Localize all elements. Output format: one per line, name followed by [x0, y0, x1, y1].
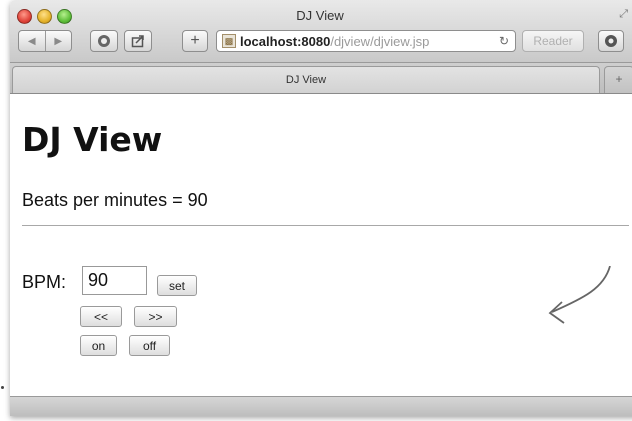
address-host: localhost:8080: [240, 33, 331, 49]
forward-arrow-icon[interactable]: ▶: [46, 31, 72, 51]
add-bookmark-button[interactable]: +: [182, 30, 208, 52]
tab-bar: DJ View +: [10, 63, 632, 94]
reader-button[interactable]: Reader: [522, 30, 584, 52]
set-button[interactable]: set: [157, 275, 197, 296]
reload-icon[interactable]: ↻: [499, 34, 509, 48]
new-tab-button[interactable]: +: [604, 66, 632, 93]
share-button[interactable]: [124, 30, 152, 52]
top-sites-button[interactable]: [90, 30, 118, 52]
increase-bpm-button[interactable]: >>: [134, 306, 177, 327]
downloads-icon: [605, 35, 617, 47]
bpm-status-text: Beats per minutes = 90: [22, 190, 208, 210]
page-title: DJ View: [22, 120, 163, 159]
address-path: /djview/djview.jsp: [330, 33, 430, 49]
status-bar: [10, 396, 632, 416]
title-bar: DJ View ⤢ ◀ ▶ + ▩ localhost:8080/djview/…: [10, 0, 632, 63]
top-sites-icon: [98, 35, 110, 47]
bpm-input[interactable]: [82, 266, 147, 295]
back-arrow-icon[interactable]: ◀: [19, 31, 46, 51]
horizontal-divider: [22, 225, 629, 226]
window-title: DJ View: [296, 8, 344, 23]
fullscreen-icon[interactable]: ⤢: [619, 8, 628, 21]
edge-dot: [1, 386, 4, 389]
browser-window: DJ View ⤢ ◀ ▶ + ▩ localhost:8080/djview/…: [10, 0, 632, 416]
off-button[interactable]: off: [129, 335, 170, 356]
annotation-arrow-icon: [548, 266, 611, 324]
decrease-bpm-button[interactable]: <<: [80, 306, 122, 327]
on-button[interactable]: on: [80, 335, 117, 356]
share-icon: [131, 35, 144, 48]
back-forward-buttons: ◀ ▶: [18, 30, 72, 52]
tab-dj-view[interactable]: DJ View: [12, 66, 600, 93]
address-bar[interactable]: ▩ localhost:8080/djview/djview.jsp ↻: [216, 30, 516, 52]
favicon-icon: ▩: [222, 34, 236, 48]
page-content: DJ View Beats per minutes = 90 BPM: set …: [10, 94, 632, 396]
plus-icon: +: [190, 32, 200, 49]
plus-icon: +: [615, 72, 623, 86]
bpm-label: BPM:: [22, 272, 67, 292]
downloads-button[interactable]: [598, 30, 624, 52]
